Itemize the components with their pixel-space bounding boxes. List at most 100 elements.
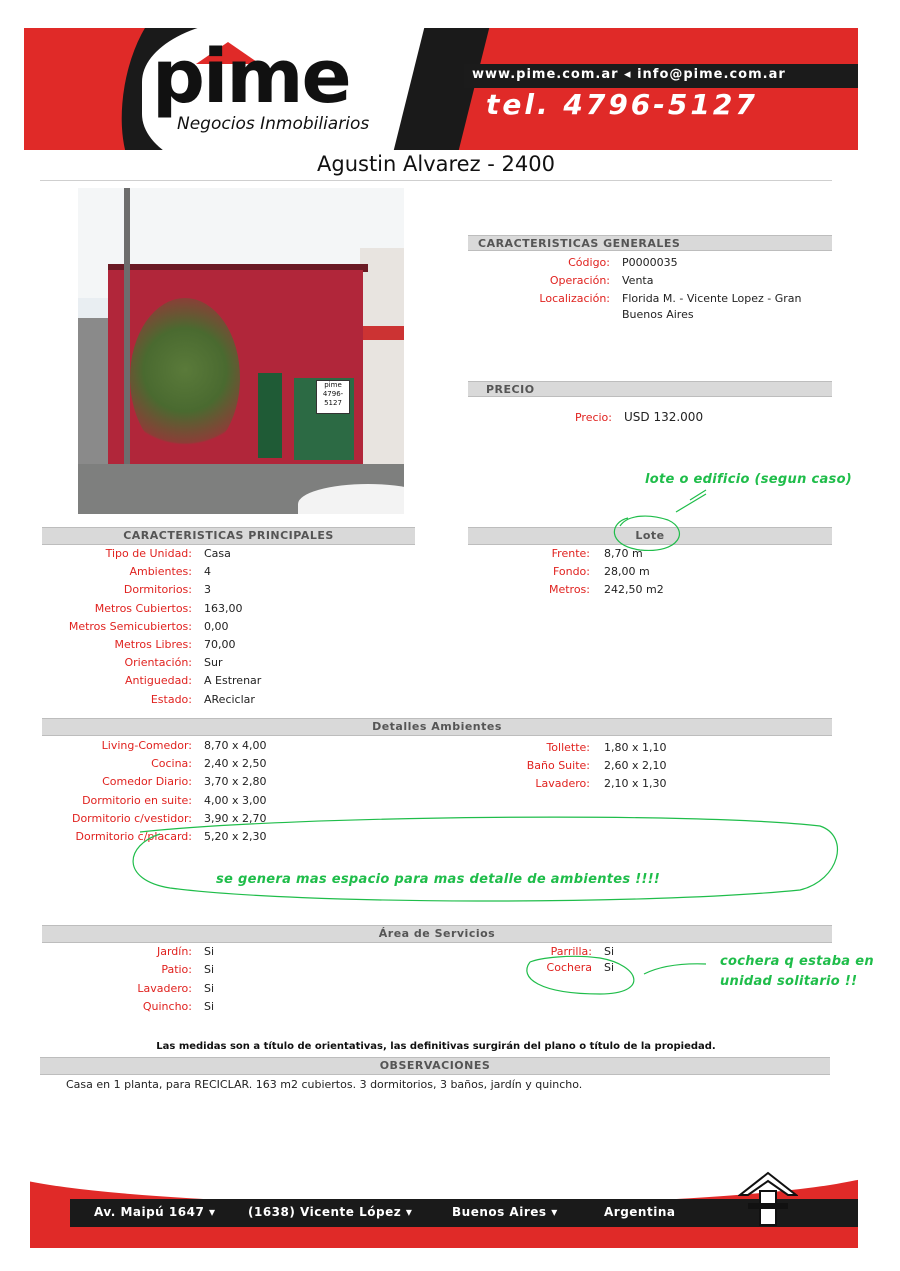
value-localizacion: Florida M. - Vicente Lopez - Gran <box>622 292 802 305</box>
label-precio: Precio: <box>574 411 612 424</box>
section-heading: CARACTERISTICAS GENERALES <box>478 237 681 250</box>
lote-label: Metros: <box>548 583 590 596</box>
principales-label: Antiguedad: <box>125 674 192 688</box>
principales-value: Casa <box>204 547 231 560</box>
section-bar-observaciones: OBSERVACIONES <box>40 1057 830 1075</box>
servicio-label: Parrilla: <box>550 945 592 958</box>
footer-city: (1638) Vicente López ▾ <box>248 1205 413 1219</box>
section-heading: PRECIO <box>486 383 535 396</box>
disclaimer-text: Las medidas son a título de orientativas… <box>156 1041 716 1052</box>
principales-value: 3 <box>204 583 211 597</box>
section-heading: Lote <box>635 529 665 542</box>
servicio-value: Si <box>204 981 215 995</box>
lote-label: Fondo: <box>552 565 590 578</box>
logo-subtitle: Negocios Inmobiliarios <box>177 114 370 134</box>
header-telephone: tel. 4796-5127 <box>486 88 758 121</box>
servicio-label: Cochera <box>546 961 592 974</box>
principales-value: 0,00 <box>204 619 229 633</box>
ambiente-value: 2,60 x 2,10 <box>604 759 667 772</box>
servicio-label: Jardín: <box>156 945 192 958</box>
section-heading: Detalles Ambientes <box>372 720 502 733</box>
annotation-cochera-2: unidad solitario !! <box>720 974 858 989</box>
section-bar-precio: PRECIO <box>468 381 832 397</box>
servicio-value: Si <box>204 945 215 958</box>
title-divider <box>40 180 832 181</box>
servicio-label: Quincho: <box>142 999 192 1013</box>
photo-left-building <box>78 318 108 468</box>
ambiente-value: 3,90 x 2,70 <box>204 811 267 825</box>
header-web-email[interactable]: www.pime.com.ar ◂ info@pime.com.ar <box>472 67 786 82</box>
principales-label: Tipo de Unidad: <box>105 547 192 560</box>
servicio-value: Si <box>604 961 615 974</box>
annotation-ambientes: se genera mas espacio para mas detalle d… <box>216 872 661 887</box>
servicio-value: Si <box>604 945 615 958</box>
ambiente-label: Living-Comedor: <box>101 739 192 752</box>
section-bar-servicios: Área de Servicios <box>42 925 832 943</box>
label-codigo: Código: <box>568 256 610 269</box>
ambiente-label: Cocina: <box>151 757 192 771</box>
property-photo: pime 4796-5127 <box>78 188 404 514</box>
value-precio: USD 132.000 <box>624 410 704 424</box>
ambiente-label: Dormitorio en suite: <box>82 793 192 807</box>
ambiente-label: Baño Suite: <box>526 759 590 772</box>
ambiente-value: 1,80 x 1,10 <box>604 741 667 754</box>
section-heading: OBSERVACIONES <box>379 1059 491 1072</box>
header-banner: pime Negocios Inmobiliarios www.pime.com… <box>24 28 858 150</box>
photo-tree <box>130 298 240 458</box>
principales-label: Dormitorios: <box>123 583 192 597</box>
ambiente-label: Dormitorio c/vestidor: <box>71 811 192 825</box>
lote-value: 28,00 m <box>604 565 650 578</box>
principales-label: Estado: <box>150 692 192 706</box>
servicio-value: Si <box>204 963 215 977</box>
photo-pole <box>124 188 130 478</box>
principales-value: 163,00 <box>204 601 243 615</box>
servicio-value: Si <box>204 999 215 1013</box>
photo-neighbor-building <box>360 248 404 468</box>
principales-value: A Estrenar <box>204 674 262 688</box>
principales-label: Ambientes: <box>129 565 192 579</box>
photo-door <box>258 373 282 458</box>
principales-value: 70,00 <box>204 638 236 651</box>
ambiente-label: Lavadero: <box>535 777 590 790</box>
page-title: Agustin Alvarez - 2400 <box>317 152 555 176</box>
section-heading: CARACTERISTICAS PRINCIPALES <box>123 529 334 542</box>
lote-value: 242,50 m2 <box>604 583 664 596</box>
ambiente-label: Tollette: <box>546 741 590 754</box>
value-operacion: Venta <box>622 274 654 287</box>
principales-label: Orientación: <box>124 656 192 670</box>
servicio-label: Patio: <box>161 963 192 977</box>
photo-sale-sign: pime 4796-5127 <box>316 380 350 414</box>
annotation-lote: lote o edificio (segun caso) <box>645 472 853 487</box>
annotation-cochera-1: cochera q estaba en <box>720 954 874 969</box>
footer-province: Buenos Aires ▾ <box>452 1205 558 1219</box>
photo-neighbor-stripe <box>362 326 404 340</box>
principales-label: Metros Libres: <box>114 638 192 651</box>
ambiente-label: Dormitorio c/placard: <box>75 830 193 843</box>
footer-house-logo-icon <box>738 1171 798 1226</box>
footer-country: Argentina <box>604 1205 676 1219</box>
section-bar-lote: Lote <box>468 527 832 545</box>
ambiente-value: 4,00 x 3,00 <box>204 793 267 807</box>
label-operacion: Operación: <box>549 274 610 287</box>
ambiente-value: 2,10 x 1,30 <box>604 777 667 790</box>
ambiente-value: 3,70 x 2,80 <box>204 775 267 789</box>
ambiente-value: 8,70 x 4,00 <box>204 739 267 752</box>
annotation-cochera-arrow <box>643 963 707 975</box>
annotation-lote-arrow <box>675 489 707 513</box>
principales-value: 4 <box>204 565 211 579</box>
observaciones-text: Casa en 1 planta, para RECICLAR. 163 m2 … <box>66 1078 583 1091</box>
ambiente-value: 2,40 x 2,50 <box>204 757 267 771</box>
ambiente-label: Comedor Diario: <box>102 775 192 789</box>
principales-label: Metros Cubiertos: <box>94 601 192 615</box>
ambiente-value: 5,20 x 2,30 <box>204 830 267 843</box>
label-localizacion: Localización: <box>539 292 610 305</box>
servicio-label: Lavadero: <box>137 981 192 995</box>
value-localizacion-2: Buenos Aires <box>622 308 694 321</box>
section-bar-generales: CARACTERISTICAS GENERALES <box>468 235 832 251</box>
principales-label: Metros Semicubiertos: <box>68 619 192 633</box>
footer-address: Av. Maipú 1647 ▾ <box>94 1205 216 1219</box>
section-bar-ambientes: Detalles Ambientes <box>42 718 832 736</box>
section-heading: Área de Servicios <box>378 927 496 940</box>
principales-value: Sur <box>204 656 223 670</box>
value-codigo: P0000035 <box>622 256 678 269</box>
